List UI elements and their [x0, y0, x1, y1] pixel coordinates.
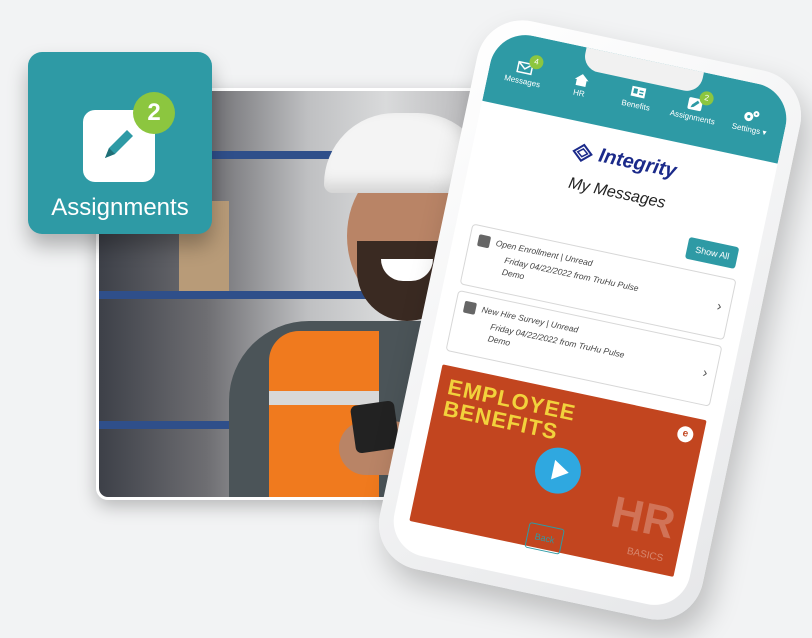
nav-messages[interactable]: Messages 4: [497, 53, 551, 91]
vest-stripe: [269, 391, 379, 405]
phone-mockup: Messages 4 HR Benefits Assignments 2 Set…: [370, 11, 810, 629]
pencil-icon: [105, 130, 133, 158]
assignments-label: Assignments: [51, 194, 189, 221]
id-card-icon: [630, 85, 647, 99]
assignments-count-badge: 2: [133, 92, 175, 134]
nav-benefits[interactable]: Benefits: [610, 80, 664, 115]
channel-logo-icon: e: [675, 424, 695, 444]
play-button[interactable]: [530, 443, 586, 498]
integrity-logo-icon: [571, 143, 593, 162]
home-icon: [574, 74, 589, 87]
brand-name: Integrity: [596, 144, 679, 183]
assignments-app-icon[interactable]: 2 Assignments: [28, 52, 212, 234]
video-basics-text: BASICS: [625, 545, 665, 565]
nav-hr[interactable]: HR: [554, 68, 608, 103]
pencil-icon: [476, 234, 492, 249]
nav-assignments[interactable]: Assignments 2: [667, 90, 721, 127]
handheld-phone: [349, 400, 401, 454]
show-all-button[interactable]: Show All: [685, 236, 740, 269]
nav-settings[interactable]: Settings ▾: [724, 104, 778, 139]
chevron-right-icon: ›: [715, 297, 724, 314]
chevron-right-icon: ›: [701, 363, 710, 381]
phone-screen: Messages 4 HR Benefits Assignments 2 Set…: [386, 28, 794, 612]
video-title: EMPLOYEE BENEFITS: [441, 374, 578, 446]
gears-icon: [744, 111, 760, 122]
video-hr-text: HR: [607, 487, 680, 549]
bar-chart-icon: [462, 300, 478, 315]
phone-body: Messages 4 HR Benefits Assignments 2 Set…: [370, 11, 810, 629]
